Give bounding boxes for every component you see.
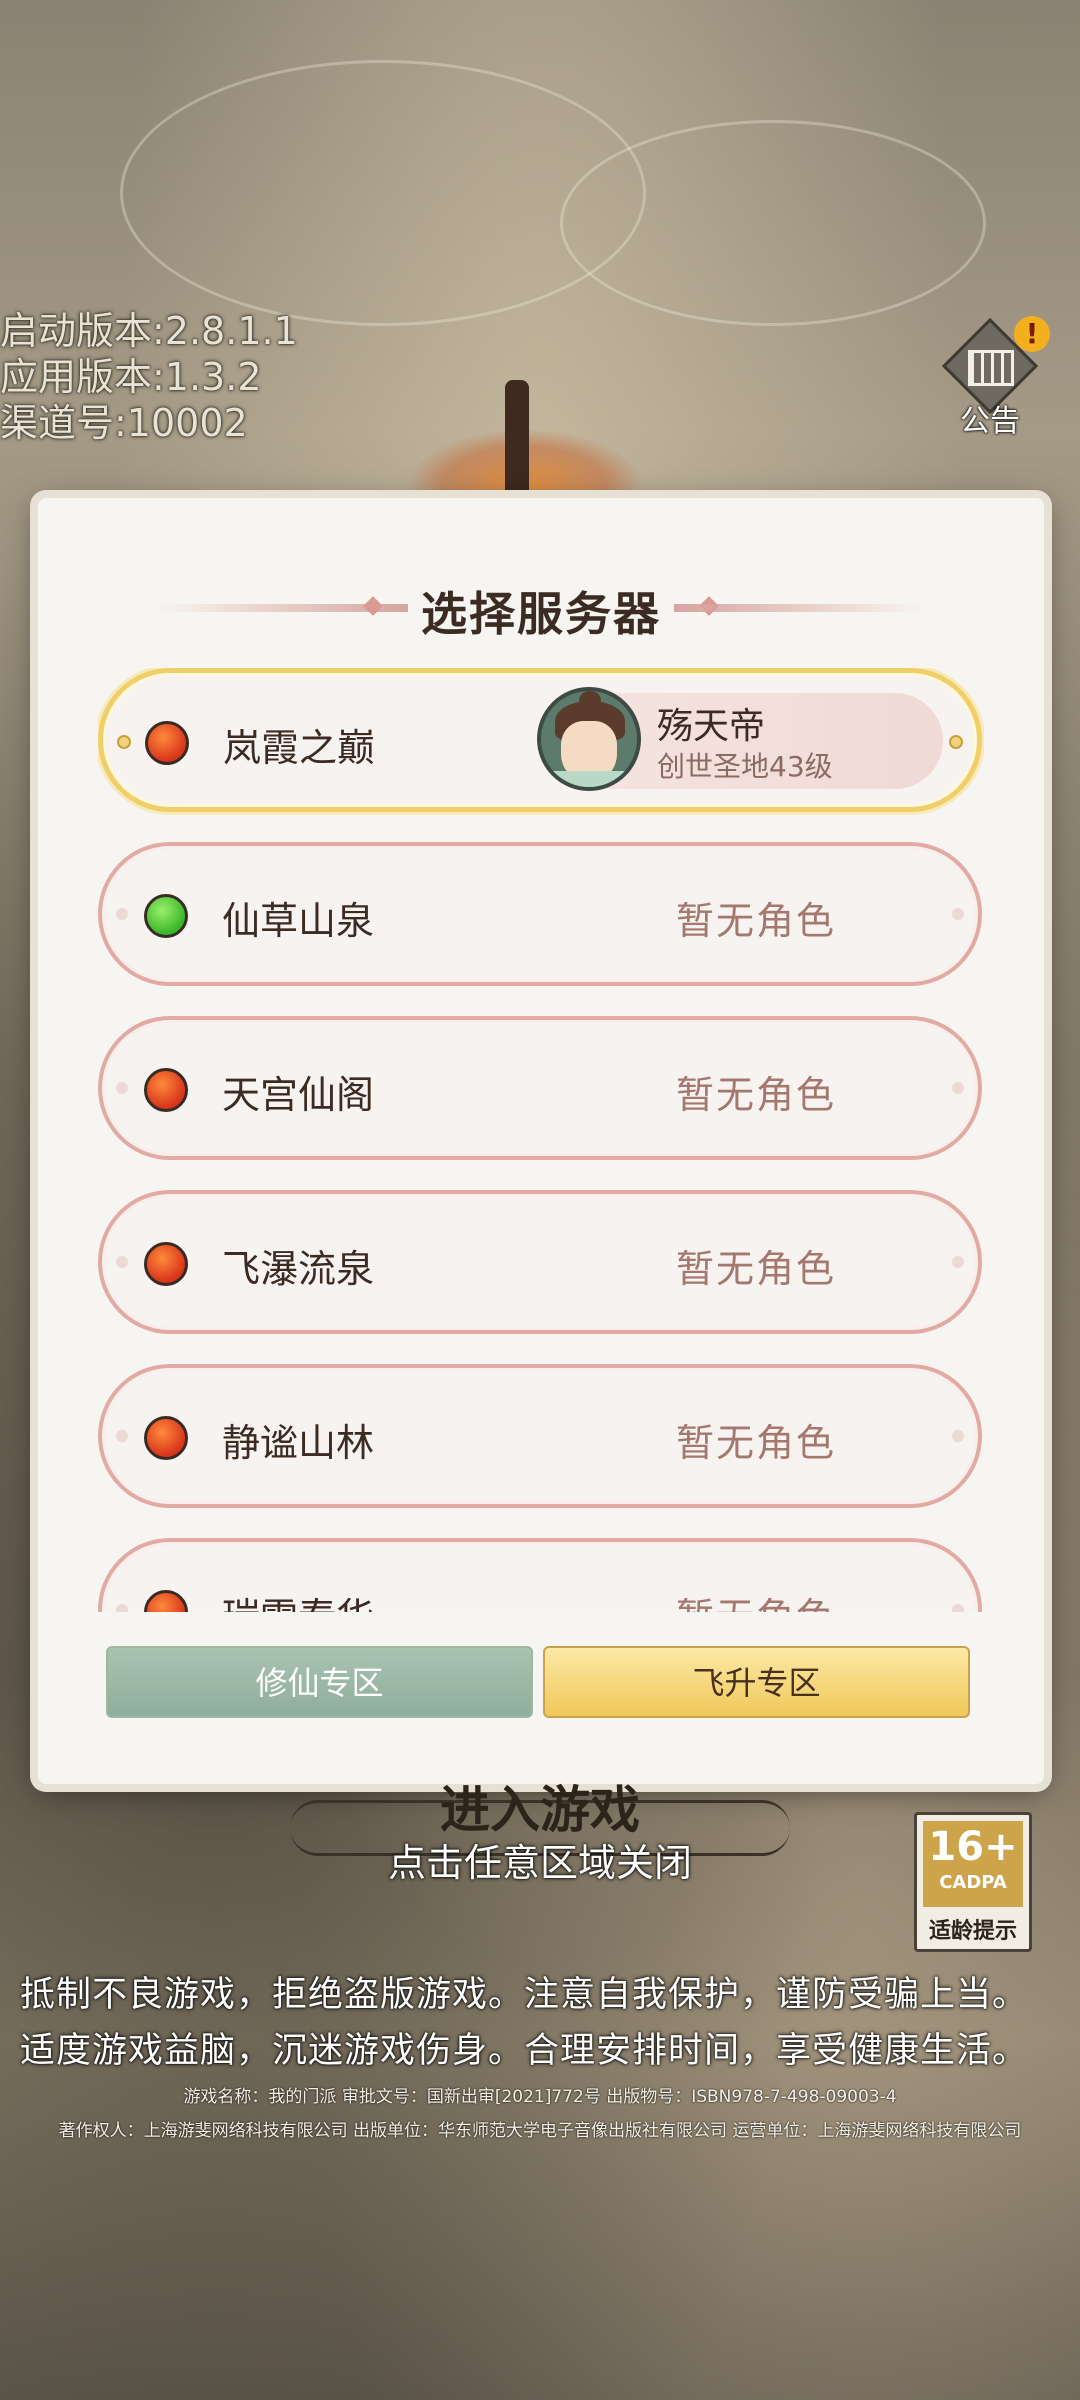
age-rating-tip: 适龄提示 — [928, 1919, 1017, 1944]
app-version: 应用版本:1.3.2 — [0, 355, 262, 399]
ornament-dot — [952, 1430, 964, 1442]
ornament-dot — [952, 1604, 964, 1612]
launcher-version: 启动版本:2.8.1.1 — [0, 309, 298, 353]
ornament-dot — [116, 908, 128, 920]
version-info: 启动版本:2.8.1.1 应用版本:1.3.2 渠道号:10002 — [0, 308, 298, 446]
age-rating-org: CADPA — [939, 1872, 1007, 1893]
ornament-dot — [952, 1082, 964, 1094]
server-role-status: 暂无角色 — [675, 1247, 836, 1291]
legal-info-line2: 著作权人：上海游斐网络科技有限公司 出版单位：华东师范大学电子音像出版社有限公司… — [58, 2121, 1022, 2141]
ornament-dot — [116, 1430, 128, 1442]
character-card: 殇天帝 创世圣地43级 — [537, 687, 943, 791]
server-item-lanxia[interactable]: 岚霞之巅 殇天帝 创世圣地43级 — [98, 668, 982, 812]
health-notice-line2: 适度游戏益脑，沉迷游戏伤身。合理安排时间，享受健康生活。 — [20, 2031, 1029, 2071]
channel-number: 渠道号:10002 — [0, 401, 248, 445]
server-name: 岚霞之巅 — [223, 726, 376, 770]
ornament-dot — [116, 1082, 128, 1094]
sword-decoration — [505, 380, 529, 510]
server-list[interactable]: 岚霞之巅 殇天帝 创世圣地43级 仙草山泉 暂无角色 天宫仙阁 暂无角色 飞瀑流… — [98, 668, 984, 1612]
character-name: 殇天帝 — [657, 706, 766, 747]
gate-icon — [968, 350, 1014, 386]
age-rating-box: 16+ CADPA — [923, 1821, 1023, 1907]
server-status-free-icon — [144, 894, 188, 938]
age-rating-number: 16+ — [928, 1824, 1018, 1870]
ornament-dot — [952, 1256, 964, 1268]
server-select-dialog: 选择服务器 岚霞之巅 殇天帝 创世圣地43级 仙草山泉 暂无角色 天宫仙阁 暂无… — [38, 498, 1044, 1784]
tab-xiuxian-zone[interactable]: 修仙专区 — [106, 1646, 533, 1718]
server-item-xiancao[interactable]: 仙草山泉 暂无角色 — [98, 842, 982, 986]
server-name: 瑞雪春华 — [222, 1586, 374, 1612]
cloud-swirl-decoration — [120, 60, 646, 326]
legal-info-line1: 游戏名称：我的门派 审批文号：国新出审[2021]772号 出版物号：ISBN9… — [183, 2087, 897, 2107]
server-item-tiangong[interactable]: 天宫仙阁 暂无角色 — [98, 1016, 982, 1160]
age-rating-badge[interactable]: 16+ CADPA 适龄提示 — [914, 1812, 1032, 1952]
server-name: 仙草山泉 — [222, 899, 375, 943]
notice-button[interactable]: ! 公告 — [930, 316, 1050, 439]
server-item-feipu[interactable]: 飞瀑流泉 暂无角色 — [98, 1190, 982, 1334]
ornament-dot — [949, 735, 963, 749]
server-role-status: 暂无角色 — [675, 899, 836, 943]
server-item-jingmi[interactable]: 静谧山林 暂无角色 — [98, 1364, 982, 1508]
alert-badge-icon: ! — [1014, 316, 1050, 352]
server-name: 飞瀑流泉 — [222, 1247, 375, 1291]
ornament-dot — [117, 735, 131, 749]
server-item-ruixue[interactable]: 瑞雪春华 暂无角色 — [98, 1538, 982, 1612]
server-role-status: 暂无角色 — [675, 1073, 836, 1117]
title-ornament-right — [674, 604, 924, 612]
character-level: 创世圣地43级 — [657, 750, 833, 783]
zone-tabs: 修仙专区 飞升专区 — [106, 1646, 982, 1720]
tab-feisheng-zone[interactable]: 飞升专区 — [543, 1646, 970, 1718]
server-status-busy-icon — [144, 1416, 188, 1460]
cloud-swirl-decoration — [560, 120, 986, 326]
server-name: 静谧山林 — [222, 1421, 375, 1465]
server-role-status: 暂无角色 — [676, 1586, 836, 1612]
ornament-dot — [116, 1604, 128, 1612]
server-status-busy-icon — [145, 721, 189, 765]
server-status-busy-icon — [144, 1068, 188, 1112]
ornament-dot — [952, 908, 964, 920]
server-status-busy-icon — [144, 1590, 188, 1612]
server-name: 天宫仙阁 — [222, 1073, 375, 1117]
server-status-busy-icon — [144, 1242, 188, 1286]
health-notice-line1: 抵制不良游戏，拒绝盗版游戏。注意自我保护，谨防受骗上当。 — [20, 1975, 1029, 2015]
dialog-header: 选择服务器 — [38, 578, 1044, 641]
server-role-status: 暂无角色 — [675, 1421, 836, 1465]
character-avatar — [537, 687, 641, 791]
avatar-hair-bun — [579, 691, 601, 709]
ornament-dot — [116, 1256, 128, 1268]
avatar-robe — [553, 771, 627, 787]
notice-label: 公告 — [960, 404, 1020, 439]
